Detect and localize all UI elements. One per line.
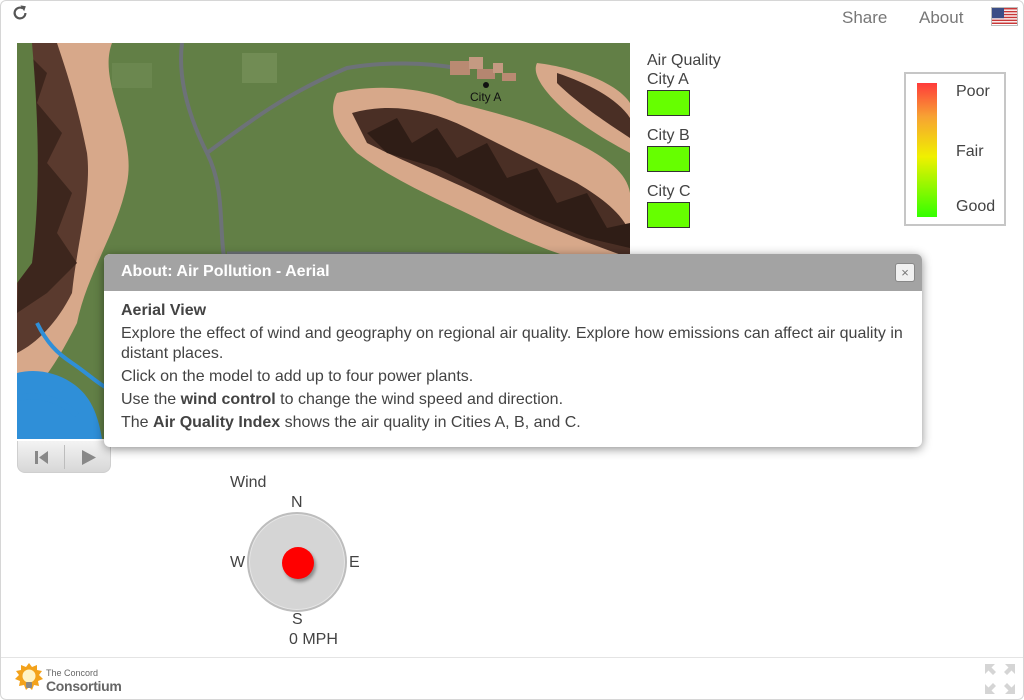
us-flag-icon[interactable] [991, 7, 1018, 26]
city-a-label: City A [647, 71, 689, 88]
fullscreen-icon-graphic [985, 664, 1015, 694]
dialog-paragraph-4: The Air Quality Index shows the air qual… [121, 413, 905, 433]
dialog-paragraph-1: Explore the effect of wind and geography… [121, 325, 903, 362]
about-dialog: About: Air Pollution - Aerial × Aerial V… [104, 254, 922, 447]
lightbulb-icon [15, 663, 43, 690]
reload-icon[interactable] [11, 4, 31, 24]
about-link[interactable]: About [919, 8, 963, 28]
city-a-map-label: City A [470, 90, 502, 104]
legend-fair: Fair [956, 143, 984, 160]
reload-icon-graphic [13, 5, 27, 20]
compass-south: S [292, 611, 303, 628]
dialog-heading: Aerial View [121, 302, 207, 319]
close-icon[interactable]: × [895, 263, 915, 282]
wind-title: Wind [230, 474, 267, 491]
dialog-body: Aerial View Explore the effect of wind a… [121, 301, 905, 436]
reset-icon[interactable] [18, 441, 64, 473]
legend-gradient-bar [917, 83, 937, 217]
legend-good: Good [956, 198, 996, 215]
compass-north: N [291, 494, 303, 511]
us-flag-graphic [992, 8, 1017, 25]
city-c-aq-indicator [647, 202, 690, 228]
wind-dial[interactable] [247, 512, 347, 612]
compass-east: E [349, 554, 360, 571]
p3-bold: wind control [180, 391, 276, 408]
playback-controls [17, 441, 111, 473]
dialog-title: About: Air Pollution - Aerial [121, 263, 330, 280]
p4-post: shows the air quality in Cities A, B, an… [280, 414, 581, 431]
dialog-paragraph-2: Click on the model to add up to four pow… [121, 368, 474, 385]
play-icon[interactable] [65, 441, 111, 473]
p4-pre: The [121, 414, 154, 431]
footer-bar: The Concord Consortium [1, 657, 1023, 699]
city-a-aq-indicator [647, 90, 690, 116]
p3-pre: Use the [121, 391, 181, 408]
top-bar: Share About [1, 1, 1023, 35]
city-c-label: City C [647, 183, 691, 200]
compass-west: W [230, 554, 246, 571]
play-icon-graphic [82, 450, 96, 465]
dialog-header: About: Air Pollution - Aerial × [104, 254, 922, 291]
p4-bold: Air Quality Index [153, 414, 281, 431]
concord-consortium-logo[interactable]: The Concord Consortium [13, 661, 133, 697]
wind-knob[interactable] [282, 547, 314, 579]
share-link[interactable]: Share [842, 8, 887, 28]
logo-line1: The Concord [46, 668, 99, 678]
city-b-aq-indicator [647, 146, 690, 172]
reset-icon-graphic [35, 451, 48, 464]
legend-poor: Poor [956, 83, 990, 100]
wind-speed-readout: 0 MPH [289, 631, 338, 648]
city-b-label: City B [647, 127, 690, 144]
p3-post: to change the wind speed and direction. [275, 391, 564, 408]
air-quality-legend: Poor Fair Good [904, 72, 1006, 226]
logo-text: The Concord Consortium [46, 665, 122, 693]
dialog-paragraph-3: Use the wind control to change the wind … [121, 390, 905, 410]
logo-line2: Consortium [46, 678, 122, 694]
fullscreen-icon[interactable] [984, 663, 1016, 695]
air-quality-title: Air Quality [647, 52, 721, 69]
app-frame: Share About City A Air Quality City A Ci… [0, 0, 1024, 700]
